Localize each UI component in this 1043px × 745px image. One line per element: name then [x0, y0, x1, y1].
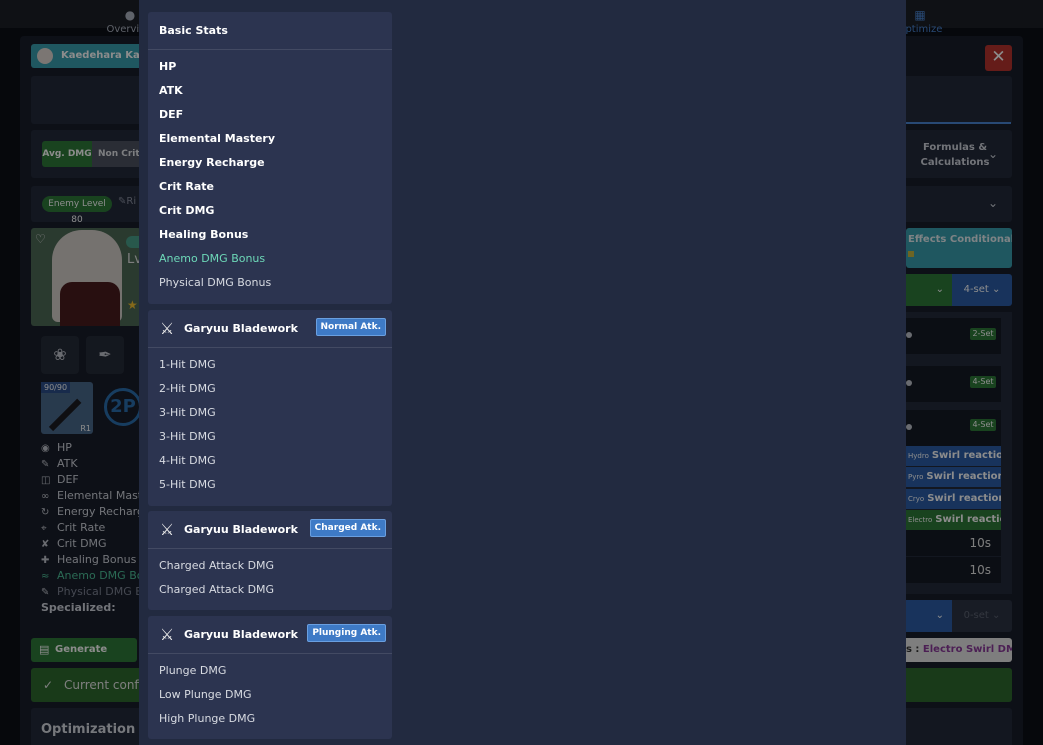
group-header: ⚔ Garyuu Bladework Plunging Atk. — [148, 616, 392, 654]
normal-attack-item[interactable]: 1-Hit DMG — [148, 353, 392, 377]
normal-attack-item[interactable]: 3-Hit DMG — [148, 401, 392, 425]
group-title: Basic Stats — [159, 24, 228, 37]
group-header: ⚔ Garyuu Bladework Normal Atk. — [148, 310, 392, 348]
plunging-attack-item[interactable]: High Plunge DMG — [148, 707, 392, 731]
sword-skill-icon: ⚔ — [159, 319, 175, 338]
basic-stat-item[interactable]: Energy Recharge — [148, 151, 392, 175]
normal-attack-item[interactable]: 2-Hit DMG — [148, 377, 392, 401]
plunging-attack-item[interactable]: Plunge DMG — [148, 659, 392, 683]
basic-stats-list: HP ATK DEF Elemental Mastery Energy Recharge… — [148, 50, 392, 295]
basic-stat-item[interactable]: ATK — [148, 79, 392, 103]
charged-attack-group: ⚔ Garyuu Bladework Charged Atk. Charged … — [148, 511, 392, 610]
basic-stat-item[interactable]: Healing Bonus — [148, 223, 392, 247]
plunging-attack-group: ⚔ Garyuu Bladework Plunging Atk. Plunge … — [148, 616, 392, 739]
basic-stat-item[interactable]: DEF — [148, 103, 392, 127]
sword-skill-icon: ⚔ — [159, 520, 175, 539]
normal-atk-badge: Normal Atk. — [315, 318, 386, 336]
group-header: ⚔ Garyuu Bladework Charged Atk. — [148, 511, 392, 549]
normal-attack-item[interactable]: 5-Hit DMG — [148, 473, 392, 497]
charged-attack-item[interactable]: Charged Attack DMG — [148, 554, 392, 578]
plunging-attack-list: Plunge DMG Low Plunge DMG High Plunge DMG — [148, 654, 392, 731]
group-title: Garyuu Bladework — [184, 322, 298, 335]
basic-stat-item[interactable]: Elemental Mastery — [148, 127, 392, 151]
basic-stat-item[interactable]: Physical DMG Bonus — [148, 271, 392, 295]
sword-skill-icon: ⚔ — [159, 625, 175, 644]
charged-atk-badge: Charged Atk. — [309, 519, 386, 537]
basic-stats-group: Basic Stats HP ATK DEF Elemental Mastery Ene… — [148, 12, 392, 304]
normal-attack-item[interactable]: 4-Hit DMG — [148, 449, 392, 473]
plunging-atk-badge: Plunging Atk. — [307, 624, 386, 642]
charged-attack-list: Charged Attack DMG Charged Attack DMG — [148, 549, 392, 602]
charged-attack-item[interactable]: Charged Attack DMG — [148, 578, 392, 602]
plunging-attack-item[interactable]: Low Plunge DMG — [148, 683, 392, 707]
group-header: Basic Stats — [148, 12, 392, 50]
basic-stat-item[interactable]: Crit Rate — [148, 175, 392, 199]
basic-stat-item[interactable]: Crit DMG — [148, 199, 392, 223]
normal-attack-group: ⚔ Garyuu Bladework Normal Atk. 1-Hit DMG… — [148, 310, 392, 506]
normal-attack-list: 1-Hit DMG 2-Hit DMG 3-Hit DMG 3-Hit DMG 4-Hi… — [148, 348, 392, 497]
normal-attack-item[interactable]: 3-Hit DMG — [148, 425, 392, 449]
basic-stat-item[interactable]: HP — [148, 55, 392, 79]
basic-stat-item[interactable]: Anemo DMG Bonus — [148, 247, 392, 271]
group-title: Garyuu Bladework — [184, 523, 298, 536]
group-title: Garyuu Bladework — [184, 628, 298, 641]
